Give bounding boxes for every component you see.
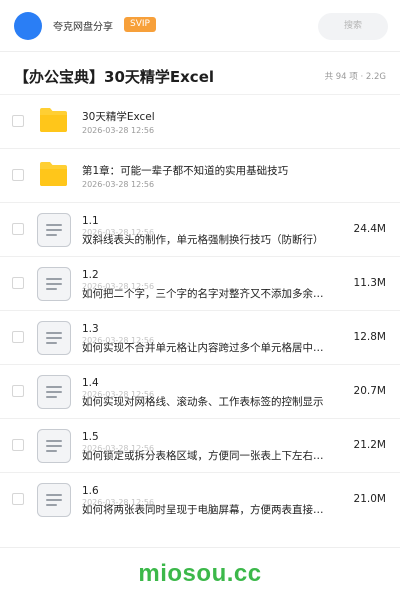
- row-checkbox[interactable]: [12, 439, 24, 451]
- sharer-name: 夸克网盘分享: [53, 22, 113, 33]
- file-row[interactable]: 2026-03-28 12:56 1.3 如何实现不合并单元格让内容跨过多个单元…: [0, 311, 400, 365]
- document-icon: [37, 213, 71, 247]
- file-size: 12.8M: [353, 331, 386, 343]
- file-size: 11.3M: [353, 277, 386, 289]
- document-icon: [37, 375, 71, 409]
- folder-name: 30天精学Excel: [82, 111, 155, 123]
- file-index: 1.4: [82, 377, 99, 389]
- file-row[interactable]: 2026-03-28 12:56 1.6 如何将两张表同时呈现于电脑屏幕，方便两…: [0, 473, 400, 527]
- row-checkbox[interactable]: [12, 493, 24, 505]
- file-size: 20.7M: [353, 385, 386, 397]
- file-description: 如何把二个字，三个字的名字对整齐又不添加多余空格: [82, 288, 330, 300]
- footer-divider: [0, 547, 400, 548]
- share-page: 夸克网盘分享 SVIP 搜索 【办公宝典】30天精学Excel 共 94 项 ·…: [0, 0, 400, 600]
- file-index: 1.6: [82, 485, 99, 497]
- file-index: 1.1: [82, 215, 99, 227]
- file-size: 21.0M: [353, 493, 386, 505]
- search-box[interactable]: 搜索: [318, 13, 388, 40]
- file-size: 21.2M: [353, 439, 386, 451]
- row-checkbox[interactable]: [12, 277, 24, 289]
- folder-row[interactable]: 30天精学Excel 2026-03-28 12:56: [0, 95, 400, 149]
- avatar[interactable]: [14, 12, 42, 40]
- row-checkbox[interactable]: [12, 115, 24, 127]
- search-placeholder: 搜索: [343, 21, 362, 31]
- page-title: 【办公宝典】30天精学Excel: [14, 68, 215, 86]
- folder-icon: [40, 162, 67, 186]
- row-checkbox[interactable]: [12, 331, 24, 343]
- file-description: 如何将两张表同时呈现于电脑屏幕，方便两表直接对比: [82, 504, 330, 516]
- folder-icon: [40, 108, 67, 132]
- document-icon: [37, 321, 71, 355]
- row-checkbox[interactable]: [12, 385, 24, 397]
- file-description: 双斜线表头的制作，单元格强制换行技巧（防断行）: [82, 234, 324, 246]
- row-checkbox[interactable]: [12, 169, 24, 181]
- file-row[interactable]: 2026-03-28 12:56 1.2 如何把二个字，三个字的名字对整齐又不添…: [0, 257, 400, 311]
- file-row[interactable]: 2026-03-28 12:56 1.1 双斜线表头的制作，单元格强制换行技巧（…: [0, 203, 400, 257]
- file-description: 如何锁定或拆分表格区域，方便同一张表上下左右查看: [82, 450, 330, 462]
- folder-date: 2026-03-28 12:56: [82, 180, 155, 189]
- file-size: 24.4M: [353, 223, 386, 235]
- file-index: 1.2: [82, 269, 99, 281]
- folder-row[interactable]: 第1章：可能一辈子都不知道的实用基础技巧 2026-03-28 12:56: [0, 149, 400, 203]
- document-icon: [37, 429, 71, 463]
- file-row[interactable]: 2026-03-28 12:56 1.5 如何锁定或拆分表格区域，方便同一张表上…: [0, 419, 400, 473]
- top-bar: 夸克网盘分享 SVIP 搜索: [0, 0, 400, 52]
- file-index: 1.3: [82, 323, 99, 335]
- file-index: 1.5: [82, 431, 99, 443]
- site-watermark: miosou.cc: [138, 560, 262, 587]
- file-row[interactable]: 2026-03-28 12:56 1.4 如何实现对网格线、滚动条、工作表标签的…: [0, 365, 400, 419]
- folder-date: 2026-03-28 12:56: [82, 126, 155, 135]
- file-description: 如何实现对网格线、滚动条、工作表标签的控制显示: [82, 396, 324, 408]
- row-checkbox[interactable]: [12, 223, 24, 235]
- file-description: 如何实现不合并单元格让内容跨过多个单元格居中显示: [82, 342, 330, 354]
- folder-meta: 共 94 项 · 2.2G: [324, 72, 386, 82]
- folder-name: 第1章：可能一辈子都不知道的实用基础技巧: [82, 165, 289, 177]
- svip-badge: SVIP: [124, 17, 156, 32]
- document-icon: [37, 483, 71, 517]
- document-icon: [37, 267, 71, 301]
